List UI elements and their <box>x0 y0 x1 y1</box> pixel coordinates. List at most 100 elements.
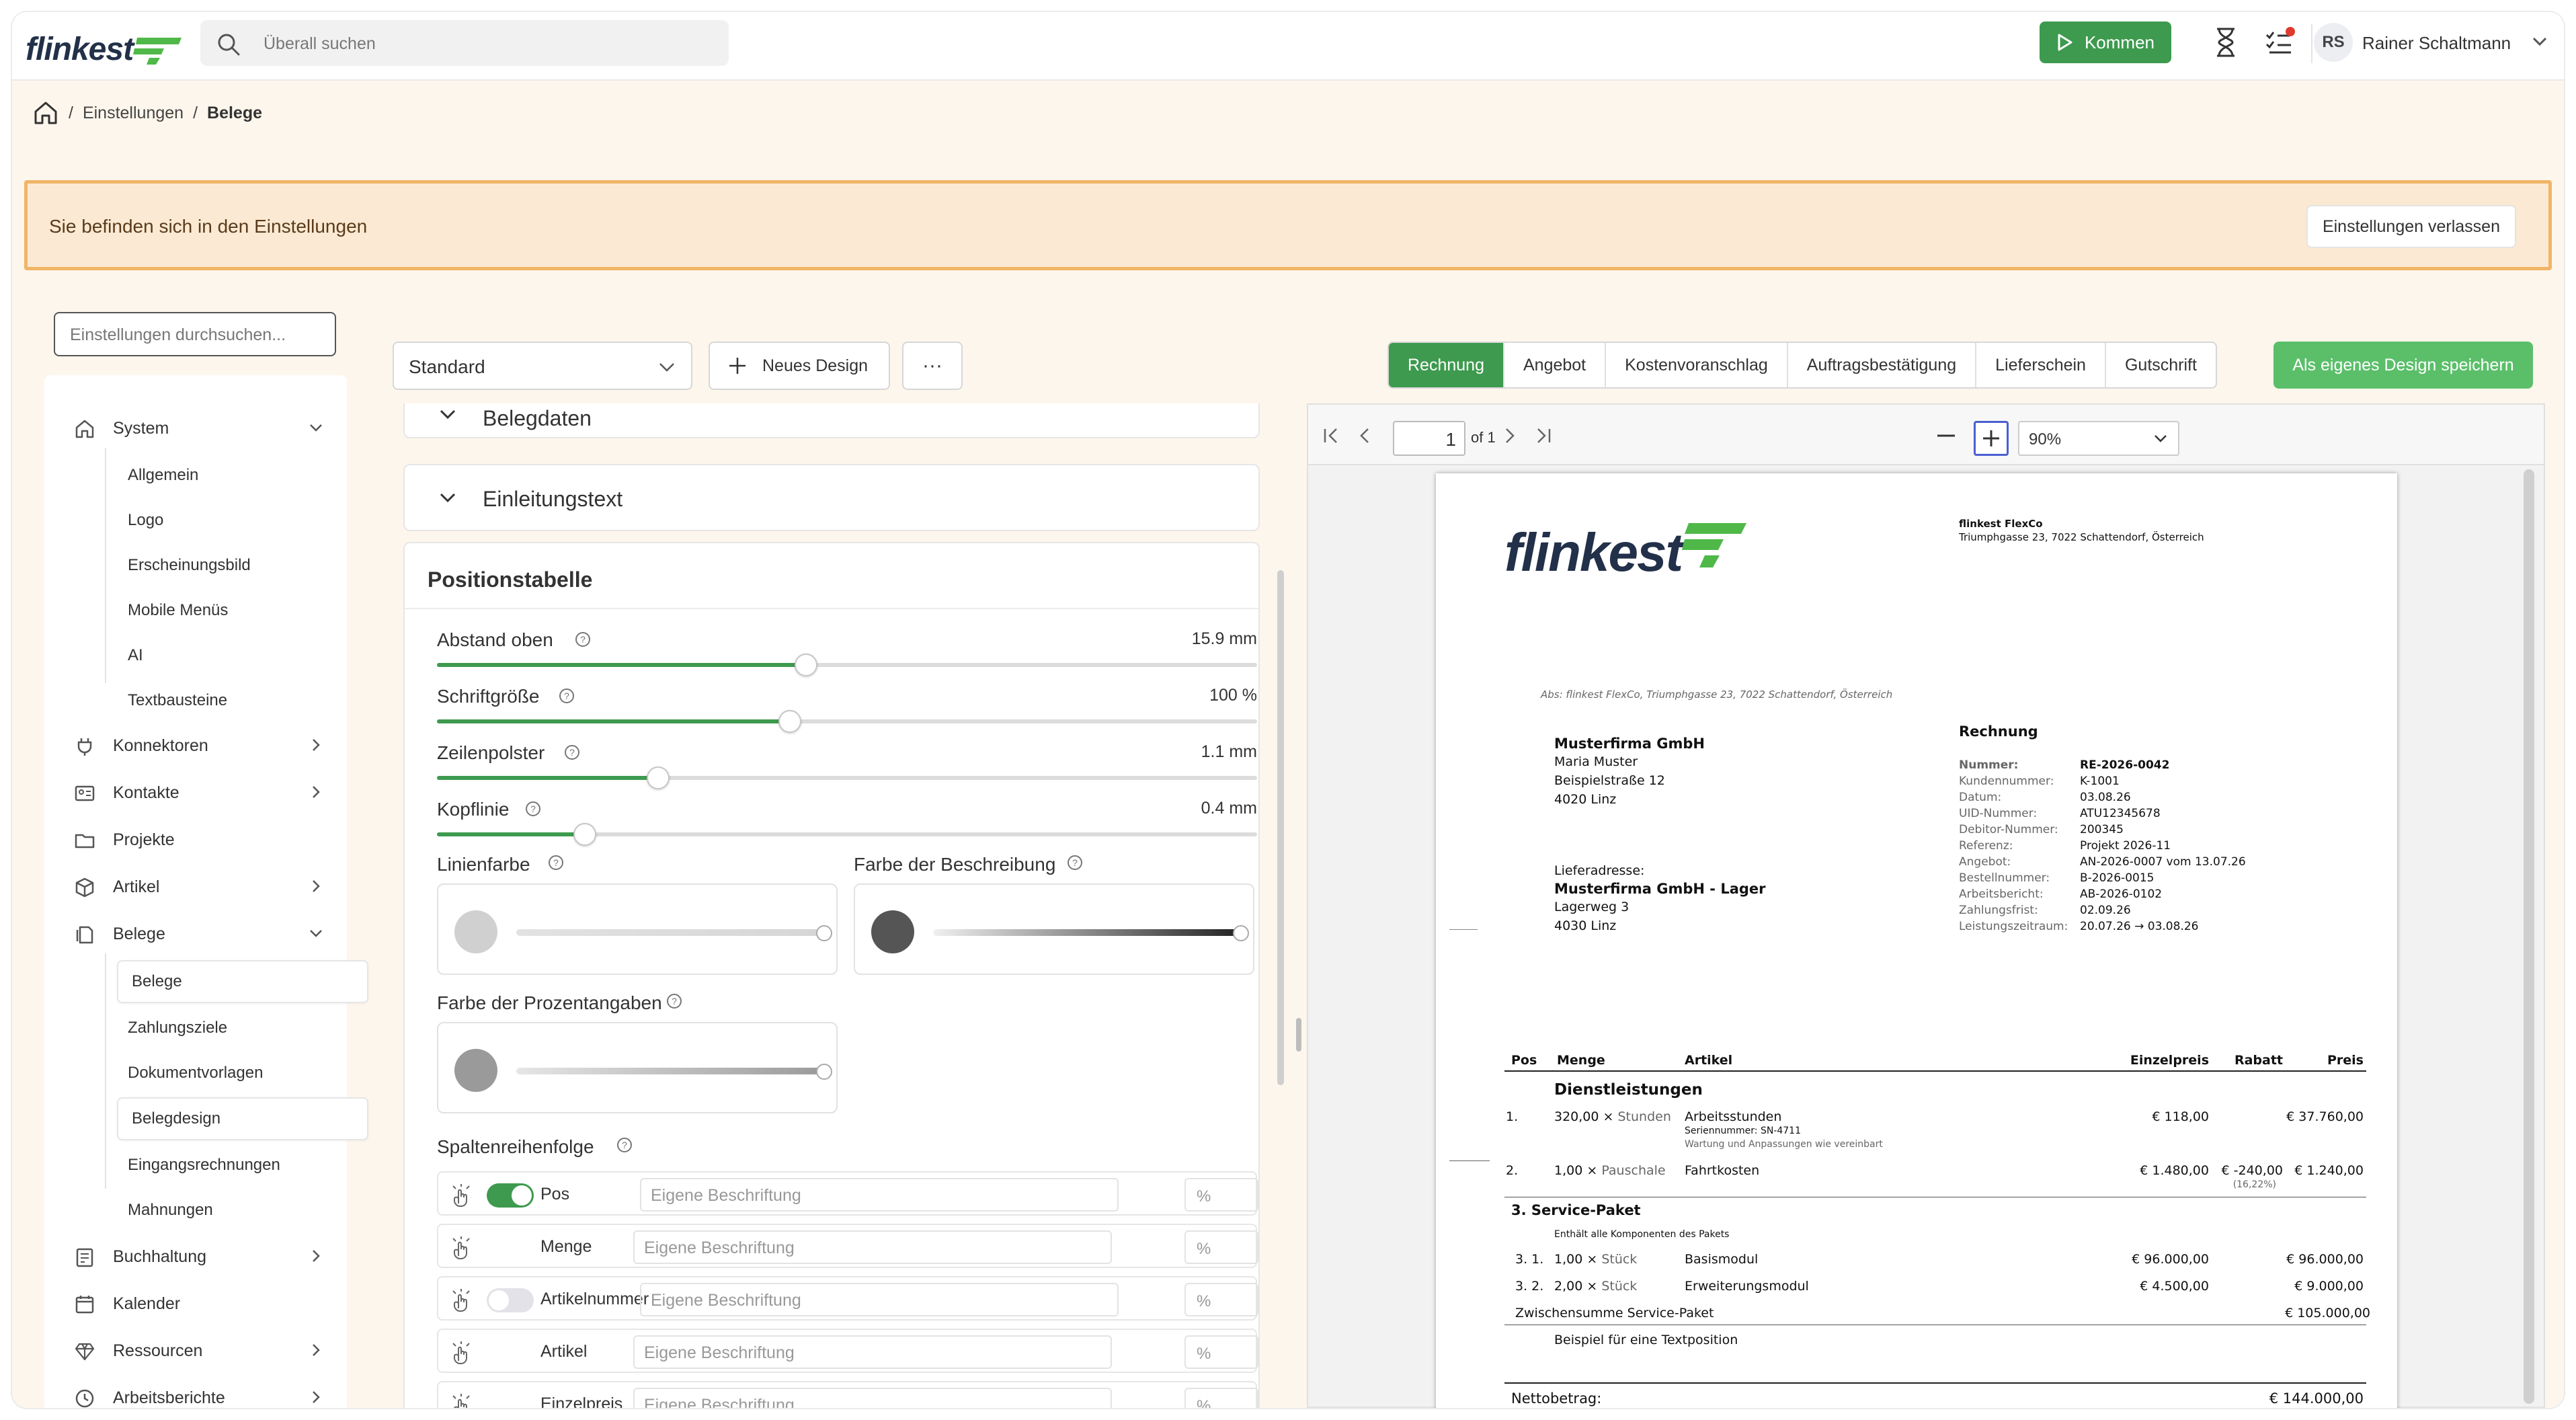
column-width-input[interactable]: % <box>1184 1230 1258 1264</box>
help-icon[interactable]: ? <box>524 800 542 818</box>
breadcrumb-einstellungen[interactable]: Einstellungen <box>83 104 184 123</box>
slider-handle[interactable] <box>573 823 596 846</box>
slider-handle[interactable] <box>647 766 670 789</box>
panel-resize-handle[interactable] <box>1296 1018 1301 1052</box>
user-name[interactable]: Rainer Schaltmann <box>2362 33 2511 54</box>
slider-schriftgroesse[interactable]: Schriftgröße ? 100 % <box>437 686 1257 733</box>
slider-track[interactable] <box>437 654 1257 676</box>
sidebar-item-system[interactable]: System <box>44 409 347 446</box>
sidebar-item-artikel[interactable]: Artikel <box>44 867 347 905</box>
help-icon[interactable]: ? <box>563 744 581 761</box>
tab-lieferschein[interactable]: Lieferschein <box>1975 343 2105 387</box>
page-number-input[interactable]: 1 <box>1393 421 1465 456</box>
drag-handle-icon[interactable] <box>449 1182 473 1208</box>
sidebar-sub-zahlungsziele[interactable]: Zahlungsziele <box>113 1011 227 1045</box>
last-page-icon[interactable] <box>1533 426 1553 445</box>
sidebar-sub-allgemein[interactable]: Allgemein <box>113 459 198 492</box>
column-toggle[interactable] <box>487 1288 534 1312</box>
color-slider[interactable] <box>933 929 1241 936</box>
column-width-input[interactable]: % <box>1184 1335 1258 1369</box>
next-page-icon[interactable] <box>1500 426 1518 445</box>
sidebar-item-kontakte[interactable]: Kontakte <box>44 773 347 811</box>
tasks-icon[interactable] <box>2264 27 2296 58</box>
column-row-artikelnummer[interactable]: Artikelnummer Eigene Beschriftung % <box>437 1276 1258 1320</box>
column-label-input[interactable]: Eigene Beschriftung <box>640 1178 1119 1212</box>
settings-search-input[interactable]: Einstellungen durchsuchen... <box>54 312 336 356</box>
sidebar-sub-mobile-menus[interactable]: Mobile Menüs <box>113 594 228 627</box>
help-icon[interactable]: ? <box>547 854 565 871</box>
slider-abstand-oben[interactable]: Abstand oben ? 15.9 mm <box>437 629 1257 676</box>
column-width-input[interactable]: % <box>1184 1178 1258 1212</box>
drag-handle-icon[interactable] <box>449 1234 473 1260</box>
zoom-in-button[interactable] <box>1974 421 2009 456</box>
sidebar-sub-ai[interactable]: AI <box>113 639 143 672</box>
color-swatch[interactable] <box>871 910 914 953</box>
help-icon[interactable]: ? <box>1066 854 1084 871</box>
sidebar-item-ressourcen[interactable]: Ressourcen <box>44 1331 347 1369</box>
color-swatch[interactable] <box>454 910 497 953</box>
sidebar-sub-belegdesign[interactable]: Belegdesign <box>117 1097 368 1140</box>
column-row-pos[interactable]: Pos Eigene Beschriftung % <box>437 1171 1258 1216</box>
slider-track[interactable] <box>437 710 1257 733</box>
linienfarbe-picker[interactable] <box>437 883 838 975</box>
home-icon[interactable] <box>32 100 59 126</box>
column-label-input[interactable]: Eigene Beschriftung <box>633 1230 1112 1264</box>
zoom-out-icon[interactable] <box>1935 429 1958 442</box>
color-slider-handle[interactable] <box>816 925 832 941</box>
slider-handle[interactable] <box>778 710 801 733</box>
sidebar-item-buchhaltung[interactable]: Buchhaltung <box>44 1237 347 1275</box>
preview-scrollbar[interactable] <box>2524 469 2534 1404</box>
design-select[interactable]: Standard <box>393 342 692 390</box>
color-swatch[interactable] <box>454 1049 497 1092</box>
help-icon[interactable]: ? <box>574 631 592 648</box>
color-slider-handle[interactable] <box>816 1064 832 1080</box>
slider-zeilenpolster[interactable]: Zeilenpolster ? 1.1 mm <box>437 742 1257 789</box>
sidebar-sub-erscheinungsbild[interactable]: Erscheinungsbild <box>113 549 251 582</box>
sidebar-sub-belege[interactable]: Belege <box>117 960 368 1003</box>
sidebar-sub-eingangsrechnungen[interactable]: Eingangsrechnungen <box>113 1148 280 1182</box>
first-page-icon[interactable] <box>1322 426 1342 445</box>
color-slider-handle[interactable] <box>1233 925 1249 941</box>
section-einleitungstext[interactable]: Einleitungstext <box>403 464 1260 531</box>
tab-auftragsbestaetigung[interactable]: Auftragsbestätigung <box>1786 343 1975 387</box>
column-width-input[interactable]: % <box>1184 1283 1258 1316</box>
color-slider[interactable] <box>516 1068 824 1074</box>
app-logo[interactable]: flinkest <box>26 26 187 73</box>
tab-gutschrift[interactable]: Gutschrift <box>2104 343 2216 387</box>
previous-page-icon[interactable] <box>1357 426 1374 445</box>
help-icon[interactable]: ? <box>616 1136 633 1154</box>
save-as-design-button[interactable]: Als eigenes Design speichern <box>2273 342 2533 389</box>
hourglass-icon[interactable] <box>2213 27 2239 58</box>
sidebar-sub-dokumentvorlagen[interactable]: Dokumentvorlagen <box>113 1056 263 1090</box>
settings-scrollbar[interactable] <box>1277 570 1284 1085</box>
column-row-menge[interactable]: Menge Eigene Beschriftung % <box>437 1224 1258 1268</box>
avatar[interactable]: RS <box>2314 23 2353 62</box>
sidebar-item-belege[interactable]: Belege <box>44 914 347 952</box>
help-icon[interactable]: ? <box>558 687 575 705</box>
color-slider[interactable] <box>516 929 824 936</box>
tab-rechnung[interactable]: Rechnung <box>1389 343 1503 387</box>
sidebar-item-kalender[interactable]: Kalender <box>44 1284 347 1322</box>
kommen-button[interactable]: Kommen <box>2040 22 2171 63</box>
farbe-beschreibung-picker[interactable] <box>854 883 1254 975</box>
leave-settings-button[interactable]: Einstellungen verlassen <box>2306 205 2516 248</box>
tab-angebot[interactable]: Angebot <box>1502 343 1605 387</box>
column-row-artikel[interactable]: Artikel Eigene Beschriftung % <box>437 1329 1258 1373</box>
column-label-input[interactable]: Eigene Beschriftung <box>633 1388 1112 1408</box>
sidebar-item-projekte[interactable]: Projekte <box>44 820 347 858</box>
sidebar-item-konnektoren[interactable]: Konnektoren <box>44 726 347 764</box>
slider-track[interactable] <box>437 823 1257 846</box>
new-design-button[interactable]: Neues Design <box>709 342 890 390</box>
global-search-input[interactable]: Überall suchen <box>200 20 729 66</box>
slider-track[interactable] <box>437 766 1257 789</box>
sidebar-sub-textbausteine[interactable]: Textbausteine <box>113 684 227 717</box>
slider-kopflinie[interactable]: Kopflinie ? 0.4 mm <box>437 799 1257 846</box>
column-row-einzelpreis[interactable]: Einzelpreis Eigene Beschriftung % <box>437 1381 1258 1408</box>
section-belegdaten[interactable]: Belegdaten <box>403 403 1260 438</box>
more-options-button[interactable]: ··· <box>902 342 963 390</box>
drag-handle-icon[interactable] <box>449 1392 473 1408</box>
zoom-select[interactable]: 90% <box>2018 421 2179 456</box>
column-label-input[interactable]: Eigene Beschriftung <box>640 1283 1119 1316</box>
tab-kostenvoranschlag[interactable]: Kostenvoranschlag <box>1605 343 1787 387</box>
column-toggle[interactable] <box>487 1183 534 1208</box>
